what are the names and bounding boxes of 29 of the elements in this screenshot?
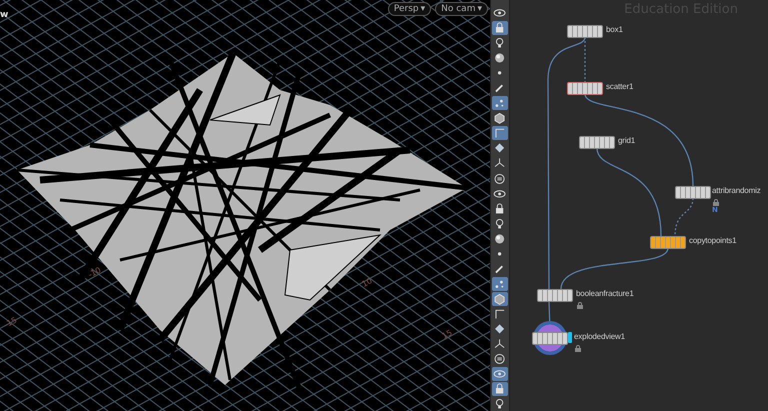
node-label: scatter1: [606, 82, 634, 91]
cube-icon[interactable]: [492, 292, 508, 306]
grid-axis-label: 10: [360, 276, 374, 289]
lock-icon[interactable]: [492, 382, 508, 396]
corner-icon[interactable]: [492, 126, 508, 140]
grid-axis-label: 15: [440, 328, 454, 341]
viewport-title: w: [0, 10, 8, 20]
node-tile[interactable]: [675, 186, 711, 199]
grid-axis-label: -10: [86, 265, 102, 280]
grid-axis-label: -15: [2, 315, 18, 330]
node-label: booleanfracture1: [576, 289, 634, 298]
node-wire: [674, 198, 694, 236]
node-label: attribrandomiz: [712, 186, 761, 195]
node-label: explodedview1: [574, 332, 625, 341]
node-tile[interactable]: [537, 289, 573, 302]
node-label: grid1: [618, 136, 636, 145]
lock-icon[interactable]: [492, 21, 508, 35]
points-icon[interactable]: [492, 96, 508, 110]
node-tile[interactable]: [650, 236, 686, 249]
node-label: box1: [606, 25, 623, 34]
node-tile[interactable]: [567, 82, 603, 95]
node-tile[interactable]: [579, 136, 615, 149]
eye-icon[interactable]: [492, 367, 508, 381]
points-icon[interactable]: [492, 276, 508, 291]
node-label: copytopoints1: [689, 236, 736, 245]
node-tile[interactable]: [532, 332, 568, 345]
node-tile[interactable]: [567, 25, 603, 38]
camera-menu-button[interactable]: No cam ▾: [435, 2, 488, 16]
camera-menu-button[interactable]: Persp ▾: [388, 2, 432, 16]
